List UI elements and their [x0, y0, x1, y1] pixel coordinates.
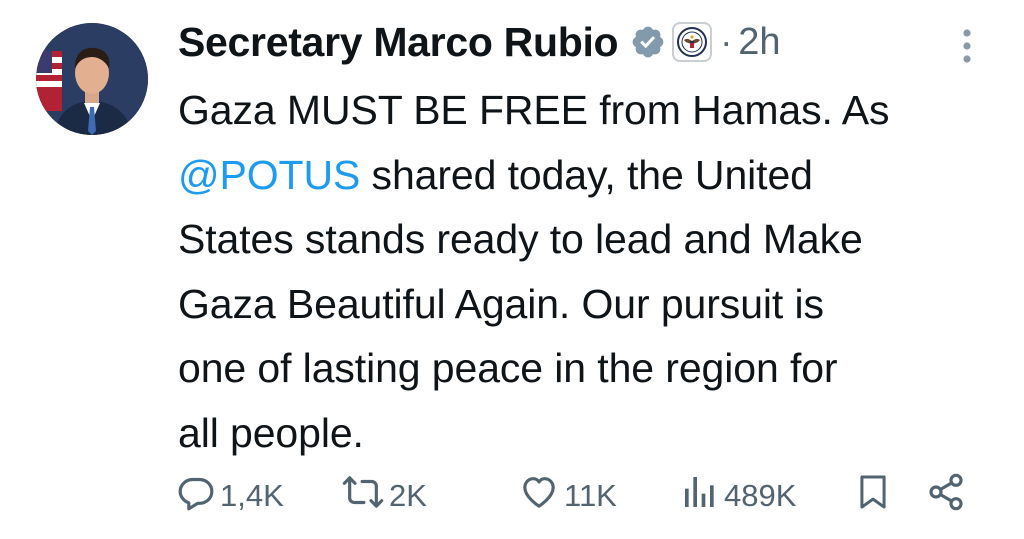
reply-icon: [176, 472, 216, 520]
mention-link[interactable]: @POTUS: [178, 152, 360, 198]
separator-dot: ·: [720, 21, 733, 62]
heart-icon: [518, 472, 560, 520]
like-button[interactable]: 11K: [518, 470, 617, 522]
reply-count: 1,4K: [220, 478, 284, 513]
tweet-header: Secretary Marco Rubio · 2h: [178, 14, 781, 70]
tweet-text: Gaza MUST BE FREE from Hamas. As @POTUS …: [178, 78, 998, 465]
repost-button[interactable]: 2K: [341, 470, 427, 522]
timestamp[interactable]: 2h: [738, 21, 780, 64]
share-icon: [926, 472, 966, 520]
repost-count: 2K: [389, 478, 427, 513]
views-count: 489K: [724, 478, 797, 513]
action-bar: 1,4K 2K 11K 489K: [176, 470, 976, 522]
verified-badge-icon[interactable]: [630, 24, 666, 60]
views-button[interactable]: 489K: [680, 470, 796, 522]
bookmark-icon: [854, 471, 892, 521]
tweet-card[interactable]: Secretary Marco Rubio · 2h Gaza MUST BE …: [0, 0, 1024, 539]
more-options-icon[interactable]: [957, 26, 977, 66]
share-button[interactable]: [926, 470, 966, 522]
avatar[interactable]: [36, 23, 148, 135]
tweet-text-start: Gaza MUST BE FREE from Hamas. As: [178, 87, 890, 133]
bookmark-button[interactable]: [854, 470, 892, 522]
state-department-seal-icon[interactable]: [672, 22, 713, 62]
views-chart-icon: [680, 472, 720, 520]
like-count: 11K: [564, 478, 617, 513]
retweet-icon: [341, 472, 385, 520]
display-name[interactable]: Secretary Marco Rubio: [178, 19, 619, 66]
reply-button[interactable]: 1,4K: [176, 470, 284, 522]
